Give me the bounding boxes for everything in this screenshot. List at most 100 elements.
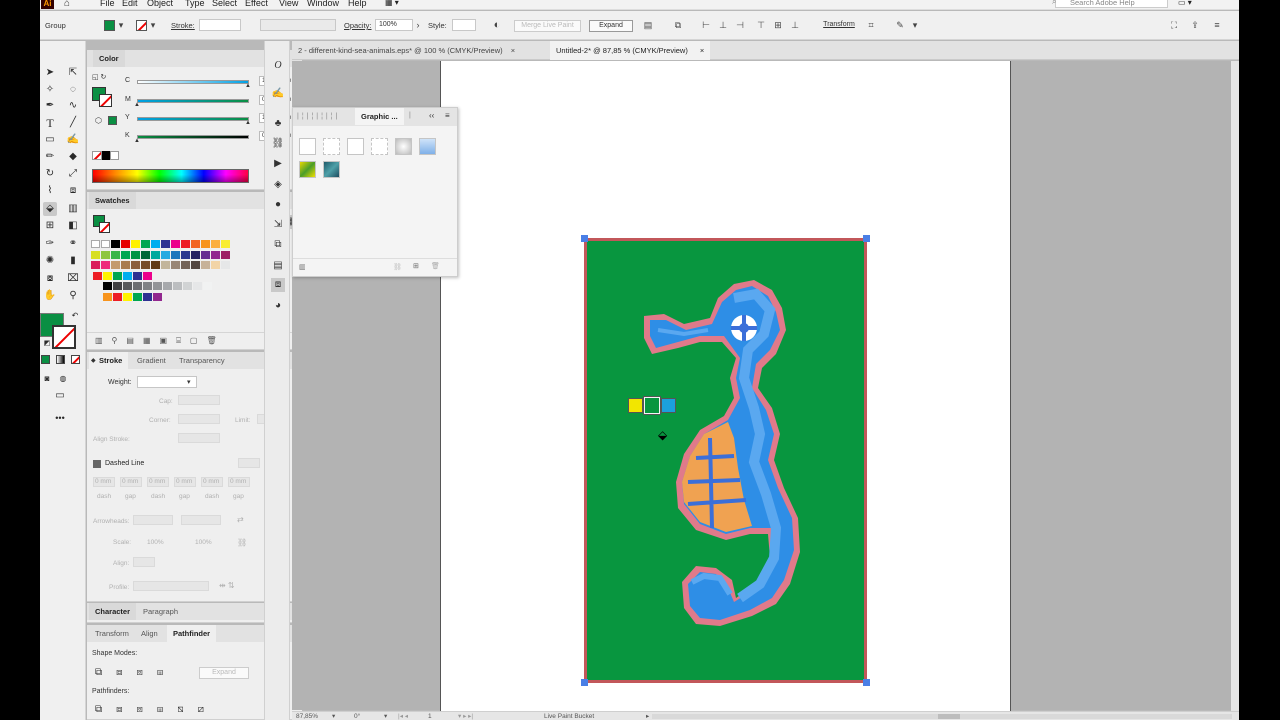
pathfinder-tab[interactable]: Pathfinder [167, 625, 217, 642]
transform-link[interactable]: Transform [820, 20, 858, 32]
swatch[interactable] [173, 282, 182, 290]
appearance-icon[interactable]: ● [271, 198, 285, 212]
symbol-sprayer-tool-icon[interactable]: ✺ [43, 254, 57, 268]
fill-swatch[interactable] [104, 20, 115, 31]
none-swatch[interactable] [92, 151, 102, 160]
menu-window[interactable]: Window [307, 0, 339, 8]
dashed-line-checkbox[interactable] [93, 460, 101, 468]
zoom-level[interactable]: 87,85% [296, 713, 318, 720]
swatch[interactable] [141, 240, 150, 248]
panel-menu-icon[interactable]: ≡ [445, 111, 450, 120]
swatch[interactable] [183, 282, 192, 290]
graphic-styles-dock-icon[interactable]: ▤ [271, 259, 285, 273]
chevron-down-icon[interactable]: ▾ [148, 20, 158, 30]
gap-options-icon[interactable]: ▤ [643, 20, 653, 30]
swatch[interactable] [153, 282, 162, 290]
swatch[interactable] [221, 250, 230, 259]
swatch[interactable] [91, 250, 100, 259]
swatch[interactable] [161, 250, 170, 259]
swatch[interactable] [131, 250, 140, 259]
slider-thumb-icon[interactable]: ▲ [134, 102, 140, 108]
arrange-documents-icon[interactable]: ▭ ▾ [1178, 0, 1192, 7]
gradient-mode-icon[interactable] [56, 355, 65, 364]
color-tab[interactable]: Color [93, 50, 125, 67]
swatch[interactable] [113, 271, 122, 280]
eraser-tool-icon[interactable]: ◆ [66, 150, 80, 164]
close-icon[interactable]: × [700, 46, 704, 55]
swatch[interactable] [193, 282, 202, 290]
graphic-style-4[interactable] [371, 138, 388, 155]
swatch[interactable] [143, 292, 152, 301]
pen-tool-icon[interactable]: ✒ [43, 99, 57, 113]
character-tab[interactable]: Character [89, 603, 137, 620]
align-tab[interactable]: Align [135, 625, 164, 642]
align-top-icon[interactable]: ⊤ [756, 20, 766, 30]
menu-select[interactable]: Select [212, 0, 237, 8]
graphic-style-5[interactable] [395, 138, 412, 155]
swatch[interactable] [161, 240, 170, 248]
swatch[interactable] [111, 261, 120, 269]
swatch[interactable] [123, 271, 132, 280]
expand-button[interactable]: Expand [589, 20, 633, 32]
graphic-style-7[interactable] [299, 161, 316, 178]
align-to-icon[interactable]: ⧉ [673, 20, 683, 30]
merge-live-paint-button[interactable]: Merge Live Paint [514, 20, 581, 32]
delete-style-icon[interactable]: 🗑 [431, 262, 440, 270]
none-mode-icon[interactable] [71, 355, 80, 364]
swatch[interactable] [171, 261, 180, 269]
chevron-down-icon[interactable]: ▾ [187, 378, 191, 386]
swatch[interactable] [151, 240, 160, 248]
search-input[interactable]: Search Adobe Help [1055, 0, 1168, 8]
swatch[interactable] [203, 282, 212, 290]
shaper-tool-icon[interactable]: ✏ [43, 150, 57, 164]
swatch[interactable] [103, 271, 112, 280]
swatch[interactable] [191, 261, 200, 269]
brushes-icon[interactable]: ✍ [271, 87, 285, 101]
graphic-style-6[interactable] [419, 138, 436, 155]
perspective-grid-tool-icon[interactable]: ▥ [66, 202, 80, 216]
color-guide-icon[interactable]: ◕ [271, 299, 285, 313]
variable-width-profile[interactable] [260, 19, 336, 31]
column-graph-tool-icon[interactable]: ▮ [66, 254, 80, 268]
swatch[interactable] [201, 261, 210, 269]
home-icon[interactable]: ⌂ [64, 0, 70, 9]
new-style-icon[interactable]: ⊞ [413, 262, 419, 270]
align-left-icon[interactable]: ⊢ [701, 20, 711, 30]
recolor-artwork-icon[interactable]: ◐ [492, 20, 502, 31]
slider-thumb-icon[interactable]: ▲ [245, 83, 251, 89]
stroke-swatch[interactable] [136, 20, 147, 31]
chevron-down-icon[interactable]: ▾ [332, 712, 335, 720]
swatch[interactable] [131, 240, 140, 248]
paintbrush-tool-icon[interactable]: ✍ [66, 133, 80, 147]
swatch[interactable] [123, 282, 132, 290]
graphic-styles-tab[interactable]: Graphic ... [355, 108, 404, 125]
swatch[interactable] [181, 250, 190, 259]
eyedropper-tool-icon[interactable]: ✑ [43, 237, 57, 251]
swatch[interactable] [171, 250, 180, 259]
draw-normal-icon[interactable]: ◙ [40, 372, 54, 386]
live-paint-bucket-tool-icon[interactable]: ⬙ [43, 202, 57, 216]
swatch[interactable] [111, 240, 120, 248]
swatch[interactable] [163, 282, 172, 290]
swatch[interactable] [91, 240, 100, 248]
swatch[interactable] [121, 250, 130, 259]
blend-tool-icon[interactable]: ⚭ [66, 237, 80, 251]
default-colors-icon[interactable]: ◩ [40, 337, 54, 351]
align-center-icon[interactable]: ⊥ [718, 20, 728, 30]
swatch[interactable] [201, 250, 210, 259]
document-tab-untitled[interactable]: Untitled-2* @ 87,85 % (CMYK/Preview) × [550, 41, 711, 60]
links-icon[interactable]: ⛓ [271, 137, 285, 151]
swatches-stroke-indicator[interactable] [99, 222, 110, 233]
mesh-tool-icon[interactable]: ⊞ [43, 219, 57, 233]
selection-tool-icon[interactable]: ➤ [43, 66, 57, 80]
align-right-icon[interactable]: ⊣ [735, 20, 745, 30]
warp-tool-icon[interactable]: ⌇ [43, 184, 57, 198]
free-transform-tool-icon[interactable]: ⧈ [66, 184, 80, 198]
swatch[interactable] [101, 240, 110, 248]
seahorse-artwork[interactable] [584, 238, 867, 683]
graphic-style-2[interactable] [323, 138, 340, 155]
libraries-menu-icon[interactable]: ▥ [299, 263, 306, 271]
lasso-tool-icon[interactable]: ◌ [66, 83, 80, 97]
transform-tab[interactable]: Transform [89, 625, 135, 642]
swatch[interactable] [143, 271, 152, 280]
